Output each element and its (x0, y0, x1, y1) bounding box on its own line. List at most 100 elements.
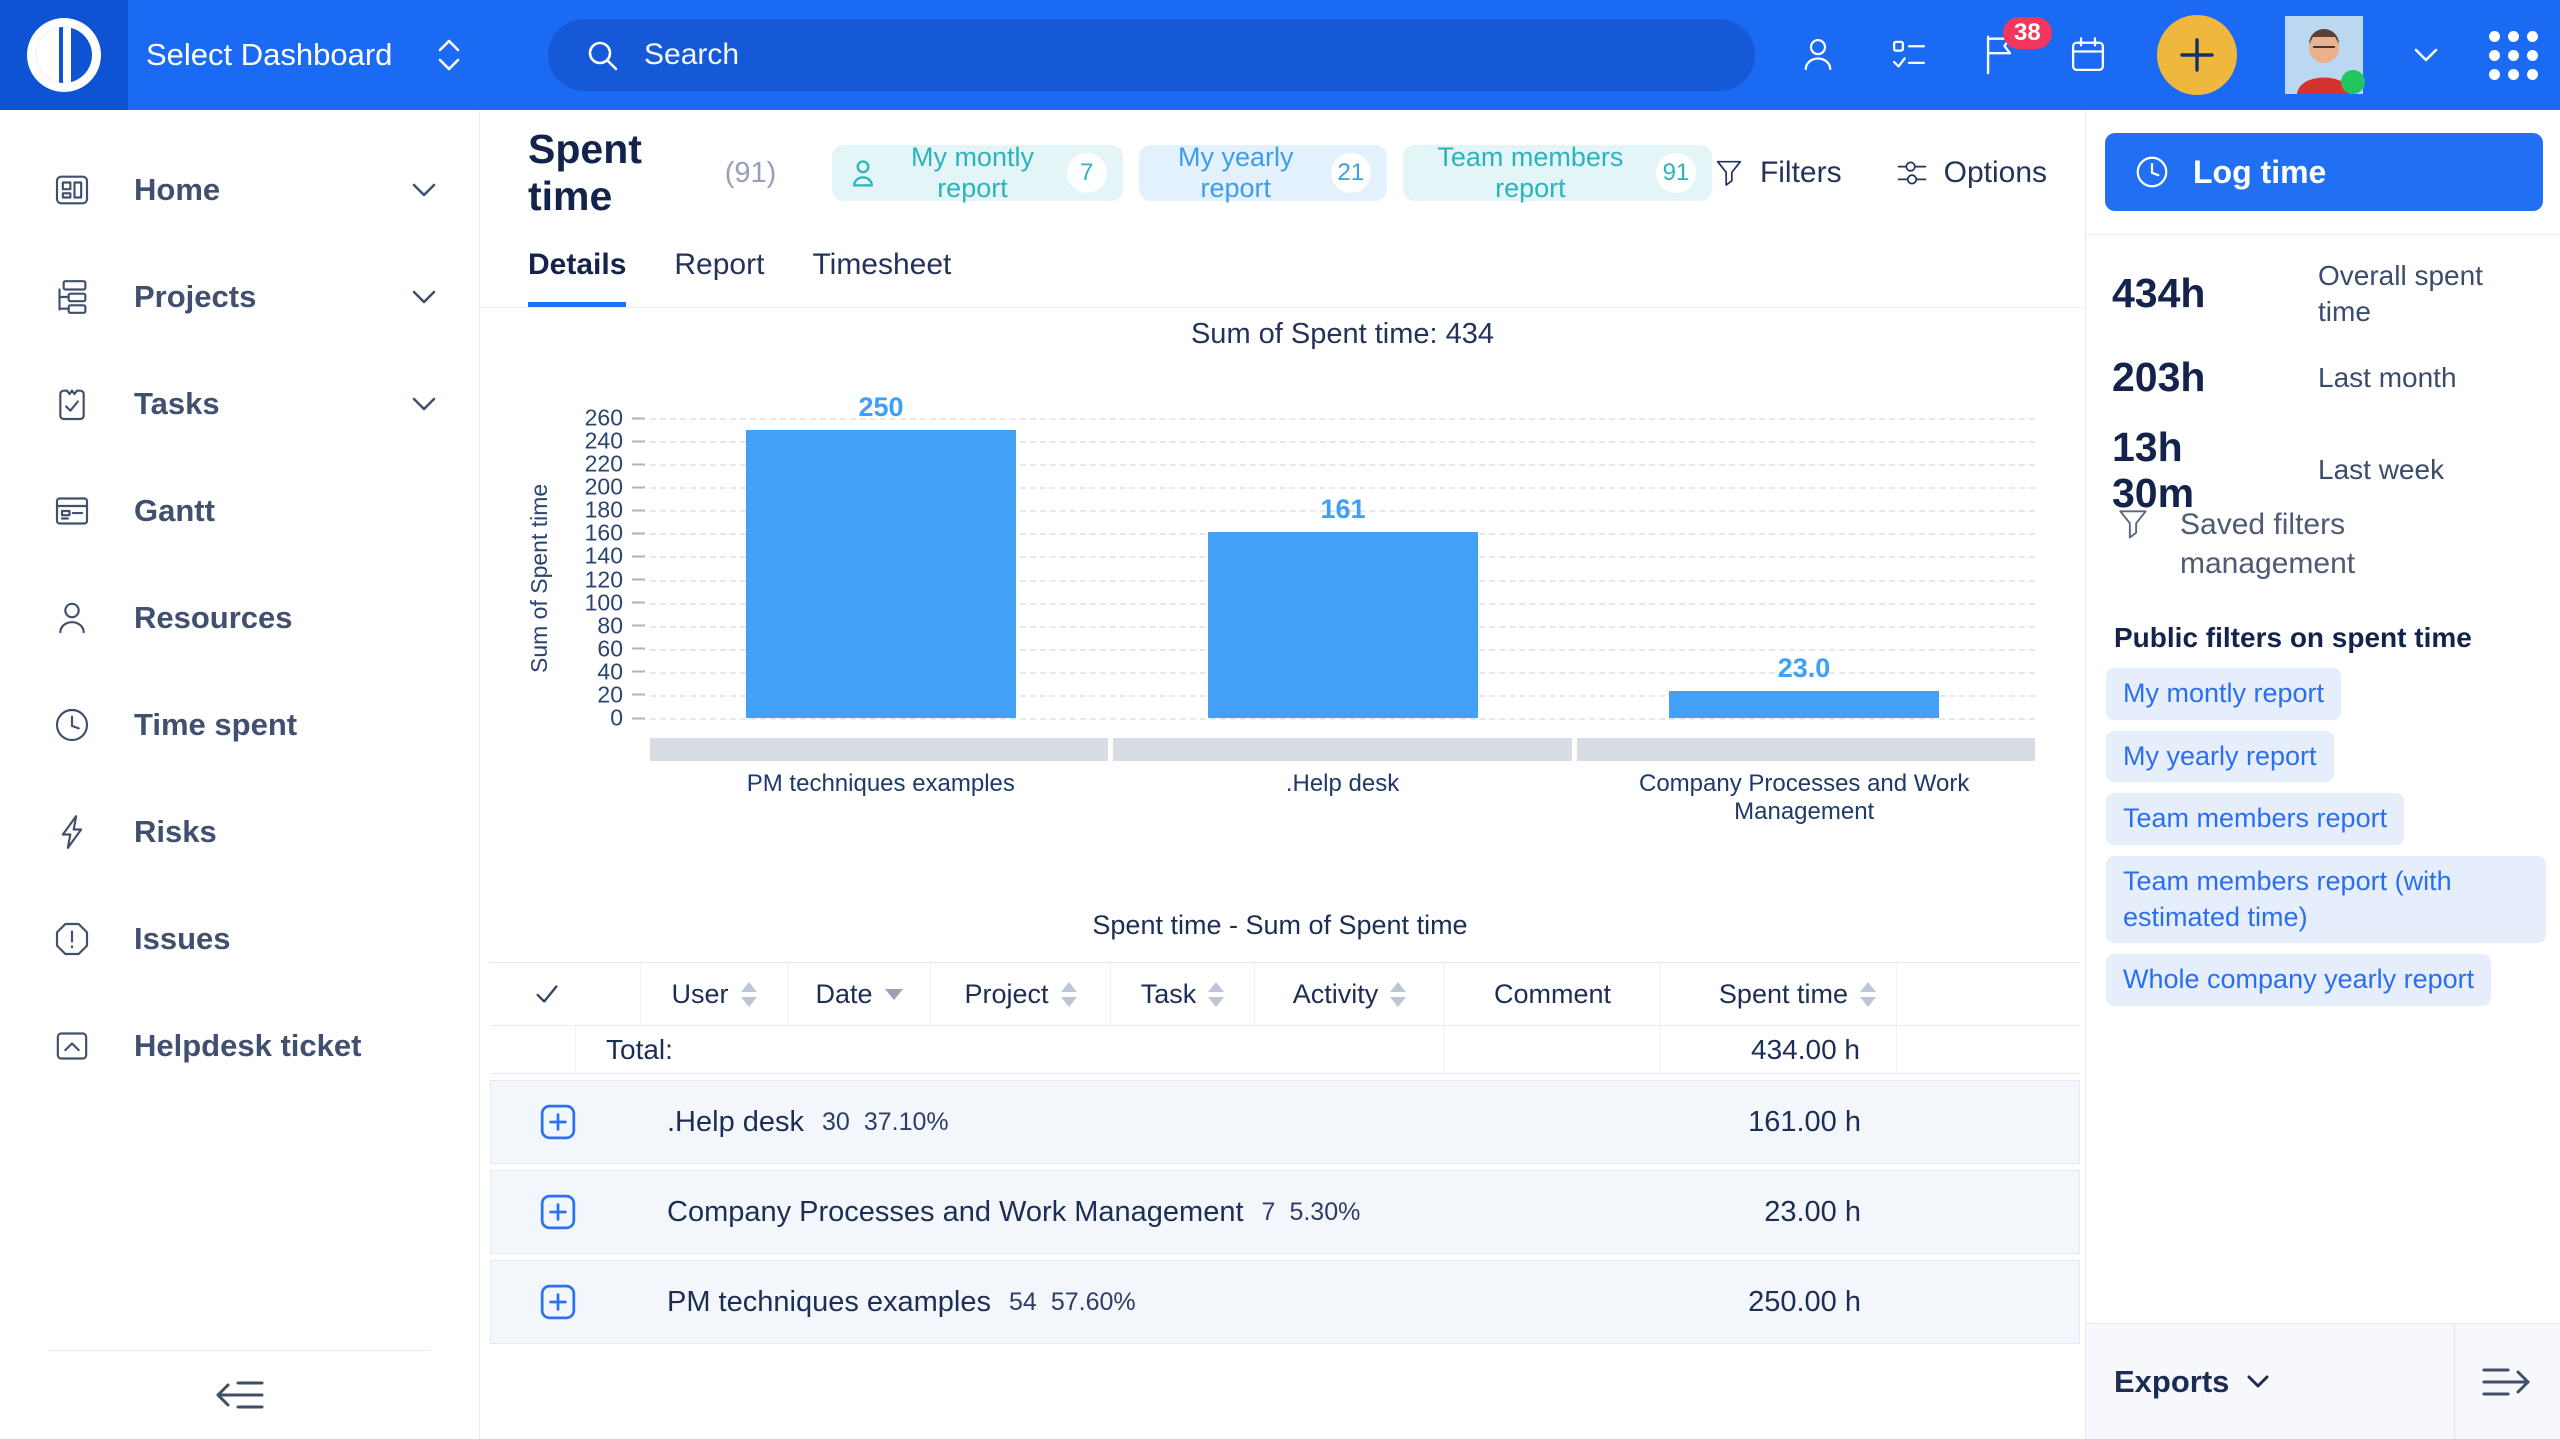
sidebar-item-helpdesk-ticket[interactable]: Helpdesk ticket (0, 992, 479, 1099)
sidebar-item-tasks[interactable]: Tasks (0, 350, 479, 457)
chevron-down-icon (409, 395, 439, 413)
bottom-bar-divider (2454, 1324, 2455, 1439)
chart-y-tick: 240 (585, 428, 645, 455)
column-header-activity[interactable]: Activity (1254, 963, 1444, 1025)
row-project-label: PM techniques examples (667, 1286, 991, 1319)
tab-report[interactable]: Report (674, 248, 764, 307)
table-body: .Help desk3037.10%161.00 hCompany Proces… (490, 1080, 2080, 1344)
options-button[interactable]: Options (1894, 156, 2047, 190)
chart-scrollbar[interactable] (650, 738, 2035, 761)
filters-label: Filters (1760, 156, 1842, 190)
avatar-chevron-down-icon[interactable] (2411, 45, 2441, 65)
column-label: Project (964, 979, 1048, 1010)
filter-chip-label: My montly report (892, 142, 1052, 204)
filter-chip-my-montly-report[interactable]: My montly report 7 (832, 145, 1122, 201)
avatar[interactable] (2285, 16, 2363, 94)
topbar: Select Dashboard 38 (0, 0, 2560, 110)
sidebar-collapse-icon[interactable] (212, 1375, 268, 1415)
sort-desc-icon (885, 989, 903, 1000)
public-filter-whole-company-yearly-report[interactable]: Whole company yearly report (2106, 954, 2491, 1006)
sort-icon (1860, 982, 1876, 1007)
table-row-help-desk[interactable]: .Help desk3037.10%161.00 h (490, 1080, 2080, 1164)
sidebar-item-resources[interactable]: Resources (0, 564, 479, 671)
row-percent: 5.30% (1289, 1198, 1360, 1227)
filters-button[interactable]: Filters (1712, 156, 1842, 190)
chevron-up-down-icon (432, 36, 466, 74)
topbar-actions: 38 (1797, 0, 2538, 110)
tab-timesheet[interactable]: Timesheet (812, 248, 951, 307)
column-header-project[interactable]: Project (930, 963, 1110, 1025)
dashboard-selector[interactable]: Select Dashboard (146, 0, 466, 110)
table-row-pm-techniques-examples[interactable]: PM techniques examples5457.60%250.00 h (490, 1260, 2080, 1344)
filter-chip-count: 7 (1067, 153, 1107, 193)
sidebar-item-issues[interactable]: Issues (0, 885, 479, 992)
sidebar-item-time-spent[interactable]: Time spent (0, 671, 479, 778)
saved-filters-label: Saved filters management (2180, 505, 2440, 583)
app-logo[interactable] (0, 0, 128, 110)
flag-notifications-icon[interactable]: 38 (1979, 33, 2019, 77)
column-header-user[interactable]: User (640, 963, 787, 1025)
checklist-icon[interactable] (1887, 34, 1931, 76)
page-count: (91) (725, 157, 777, 190)
expand-row-button[interactable] (539, 1103, 577, 1141)
chart-category-label: PM techniques examples (650, 770, 1112, 826)
apps-menu-icon[interactable] (2489, 31, 2538, 80)
chart-y-tick: 120 (585, 566, 645, 593)
expand-row-button[interactable] (539, 1283, 577, 1321)
quick-add-button[interactable] (2157, 15, 2237, 95)
column-header-task[interactable]: Task (1110, 963, 1254, 1025)
sort-icon (741, 982, 757, 1007)
column-header-comment[interactable]: Comment (1444, 963, 1660, 1025)
funnel-icon (1712, 156, 1746, 190)
column-label: Task (1141, 979, 1197, 1010)
sliders-icon (1894, 156, 1930, 190)
spent-time-table: UserDate Project Task ActivityComment Spent … (490, 962, 2080, 1344)
global-search[interactable] (548, 19, 1755, 91)
tabs-divider (480, 307, 2085, 308)
column-label: Spent time (1719, 979, 1848, 1010)
table-row-company-processes-and-work-management[interactable]: Company Processes and Work Management75.… (490, 1170, 2080, 1254)
sidebar-items: HomeProjectsTasks Gantt ResourcesTime spen… (0, 110, 479, 1099)
column-header-spent-time[interactable]: Spent time (1660, 963, 1896, 1025)
sidebar-divider (48, 1350, 431, 1351)
sidebar-item-gantt[interactable]: Gantt (0, 457, 479, 564)
chart-y-tick: 80 (597, 612, 645, 639)
chart-bar-value: 23.0 (1669, 653, 1939, 684)
chart-bar-value: 250 (746, 392, 1016, 423)
public-filter-team-members-report-with-estimated-time[interactable]: Team members report (with estimated time… (2106, 856, 2546, 943)
saved-filters-management[interactable]: Saved filters management (2114, 505, 2440, 583)
sidebar-item-home[interactable]: Home (0, 136, 479, 243)
chart-y-tick: 200 (585, 474, 645, 501)
page-header: Spent time (91) My montly report7My year… (528, 143, 2047, 203)
sidebar-item-label: Gantt (134, 493, 215, 529)
chart-bar-pm-techniques-examples (746, 430, 1016, 718)
search-input[interactable] (642, 37, 1622, 73)
filter-chip-label: My yearly report (1155, 142, 1317, 204)
dashboard-selector-label: Select Dashboard (146, 37, 392, 73)
user-profile-icon[interactable] (1797, 34, 1839, 76)
panel-bottom-bar: Exports (2086, 1323, 2560, 1439)
filter-chip-label: Team members report (1419, 142, 1642, 204)
filter-chip-my-yearly-report[interactable]: My yearly report21 (1139, 145, 1387, 201)
column-header-date[interactable]: Date (787, 963, 930, 1025)
stat-label: Overall spent time (2318, 258, 2542, 331)
panel-collapse-icon[interactable] (2478, 1362, 2534, 1402)
tab-details[interactable]: Details (528, 248, 626, 307)
row-entry-count: 7 (1262, 1198, 1276, 1227)
chart-y-tick: 180 (585, 497, 645, 524)
calendar-icon[interactable] (2067, 34, 2109, 76)
sidebar-item-projects[interactable]: Projects (0, 243, 479, 350)
select-all-header[interactable] (490, 963, 640, 1025)
log-time-button[interactable]: Log time (2105, 133, 2543, 211)
exports-button[interactable]: Exports (2114, 1324, 2271, 1439)
chart-category-label: Company Processes and Work Management (1573, 770, 2035, 826)
public-filter-team-members-report[interactable]: Team members report (2106, 793, 2404, 845)
expand-row-button[interactable] (539, 1193, 577, 1231)
filter-chip-team-members-report[interactable]: Team members report91 (1403, 145, 1712, 201)
table-title: Spent time - Sum of Spent time (490, 910, 2070, 941)
public-filter-my-yearly-report[interactable]: My yearly report (2106, 731, 2334, 783)
stat-last-month: 203hLast month (2112, 355, 2542, 401)
sidebar-item-risks[interactable]: Risks (0, 778, 479, 885)
public-filter-my-montly-report[interactable]: My montly report (2106, 668, 2341, 720)
home-icon (52, 170, 92, 210)
